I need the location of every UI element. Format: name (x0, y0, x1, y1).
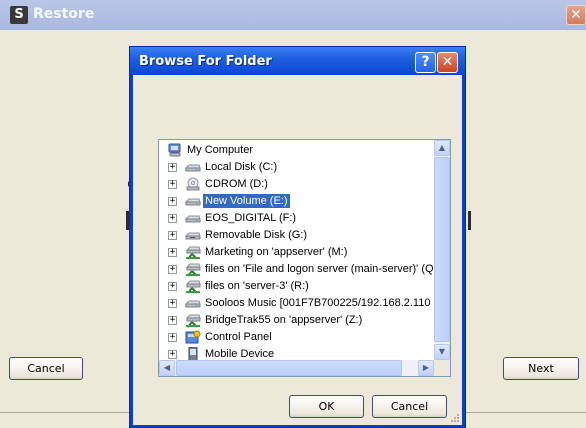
dialog-title-bar[interactable]: Browse For Folder ? ✕ (130, 47, 465, 75)
tree-item-label: EOS_DIGITAL (F:) (205, 212, 297, 224)
tree-item[interactable]: + Local Disk (C:) (159, 159, 434, 176)
app-logo-icon: S (10, 6, 28, 24)
expand-plus-icon[interactable]: + (168, 180, 177, 189)
tree-item[interactable]: + Sooloos Music [001F7B700225/192.168.2.1… (159, 295, 434, 312)
dialog-client-area: My Computer + Local Disk (C:) + CDROM (D:) + N… (133, 75, 462, 425)
tree-item[interactable]: + Control Panel (159, 329, 434, 346)
hard-drive-icon (184, 211, 201, 226)
cdrom-icon (185, 177, 201, 192)
hard-drive-icon (184, 194, 201, 209)
size-grip[interactable] (448, 411, 460, 423)
hidden-control-edge (468, 211, 471, 230)
dialog-title: Browse For Folder (139, 54, 272, 69)
tree-item-label: Sooloos Music [001F7B700225/192.168.2.11… (205, 297, 431, 309)
expand-plus-icon[interactable]: + (168, 163, 177, 172)
restore-title-bar[interactable]: S Restore ✕ (0, 0, 586, 30)
expand-plus-icon[interactable]: + (168, 214, 177, 223)
tree-item-label: My Computer (187, 144, 254, 156)
vertical-scroll-thumb[interactable] (434, 157, 450, 342)
scroll-right-button[interactable]: ▶ (418, 360, 434, 376)
tree-item[interactable]: + CDROM (D:) (159, 176, 434, 193)
tree-item-label: files on 'server-3' (R:) (205, 280, 309, 292)
tree-item[interactable]: + BridgeTrak55 on 'appserver' (Z:) (159, 312, 434, 329)
restore-window-title: Restore (33, 6, 95, 22)
restore-close-button[interactable]: ✕ (566, 5, 586, 25)
hard-drive-icon (184, 296, 201, 311)
tree-item-label: New Volume (E:) (203, 194, 290, 208)
tree-item-label: Removable Disk (G:) (205, 229, 308, 241)
scroll-left-button[interactable]: ◀ (159, 360, 175, 376)
dialog-close-button[interactable]: ✕ (437, 52, 458, 73)
network-drive-icon (185, 279, 201, 294)
expand-plus-icon[interactable]: + (168, 197, 177, 206)
dialog-cancel-button[interactable]: Cancel (372, 395, 447, 418)
tree-item[interactable]: + files on 'File and logon server (main-s… (159, 261, 434, 278)
tree-item-label: Local Disk (C:) (205, 161, 278, 173)
expand-plus-icon[interactable]: + (168, 333, 177, 342)
network-drive-icon (185, 245, 201, 260)
restore-cancel-button[interactable]: Cancel (9, 357, 83, 380)
vertical-scrollbar[interactable]: ▲ ▼ (434, 140, 450, 360)
help-button[interactable]: ? (415, 52, 436, 73)
tree-item-label: CDROM (D:) (205, 178, 268, 190)
browse-for-folder-dialog: Browse For Folder ? ✕ My Computer + Local … (129, 46, 466, 428)
expand-plus-icon[interactable]: + (168, 299, 177, 308)
expand-plus-icon[interactable]: + (168, 350, 177, 359)
tree-item-label: files on 'File and logon server (main-se… (205, 263, 434, 275)
scrollbar-corner (434, 360, 450, 376)
hard-drive-icon (184, 160, 201, 175)
network-drive-icon (185, 262, 201, 277)
network-drive-icon (185, 313, 201, 328)
removable-drive-icon (184, 228, 201, 243)
tree-item[interactable]: + Removable Disk (G:) (159, 227, 434, 244)
tree-item[interactable]: + EOS_DIGITAL (F:) (159, 210, 434, 227)
expand-plus-icon[interactable]: + (168, 265, 177, 274)
expand-plus-icon[interactable]: + (168, 231, 177, 240)
folder-tree-view[interactable]: My Computer + Local Disk (C:) + CDROM (D:) + N… (158, 139, 451, 377)
restore-next-button[interactable]: Next (503, 357, 579, 380)
tree-item[interactable]: + Marketing on 'appserver' (M:) (159, 244, 434, 261)
horizontal-scroll-thumb[interactable] (176, 360, 402, 376)
tree-item-label: Control Panel (205, 331, 272, 343)
tree-item-label: BridgeTrak55 on 'appserver' (Z:) (205, 314, 363, 326)
control-panel-icon (185, 330, 201, 345)
tree-item[interactable]: + files on 'server-3' (R:) (159, 278, 434, 295)
tree-item-label: Mobile Device (205, 348, 275, 360)
ok-button[interactable]: OK (289, 395, 364, 418)
expand-plus-icon[interactable]: + (168, 282, 177, 291)
scroll-up-button[interactable]: ▲ (434, 140, 450, 156)
tree-root-item[interactable]: My Computer (159, 142, 434, 159)
scroll-down-button[interactable]: ▼ (434, 344, 450, 360)
my-computer-icon (167, 143, 183, 158)
expand-plus-icon[interactable]: + (168, 248, 177, 257)
horizontal-scrollbar[interactable]: ◀ ▶ (159, 360, 434, 376)
expand-plus-icon[interactable]: + (168, 316, 177, 325)
tree-item[interactable]: + New Volume (E:) (159, 193, 434, 210)
tree-item-label: Marketing on 'appserver' (M:) (205, 246, 348, 258)
